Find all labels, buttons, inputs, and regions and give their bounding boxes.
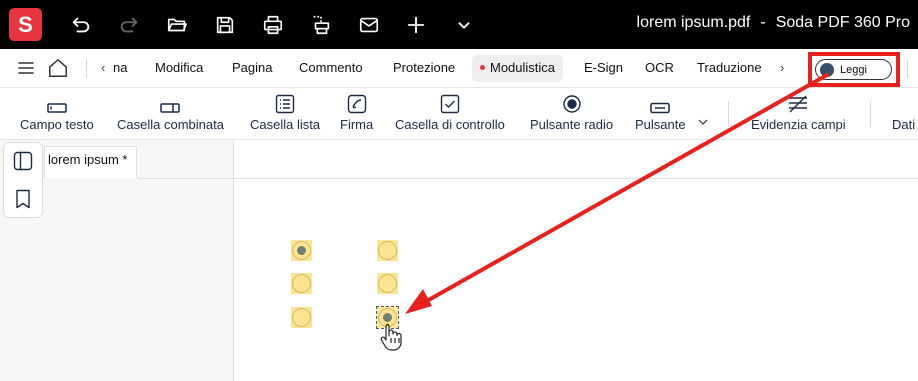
tab-modulistica-label: Modulistica <box>490 60 556 75</box>
list-box-tool[interactable]: Casella lista <box>250 88 320 140</box>
scan-icon[interactable] <box>308 12 334 38</box>
mail-icon[interactable] <box>356 12 382 38</box>
highlight-fields-tool[interactable]: Evidenzia campi <box>751 88 846 140</box>
app-logo[interactable]: S <box>9 8 42 41</box>
tab-commento[interactable]: Commento <box>299 60 363 75</box>
hand-cursor-icon <box>380 322 406 357</box>
tab-esign[interactable]: E-Sign <box>584 60 623 75</box>
window-title: lorem ipsum.pdf - Soda PDF 360 Pro <box>637 14 910 32</box>
text-field-icon <box>47 88 67 114</box>
highlight-fields-icon <box>787 88 809 114</box>
combo-box-icon <box>160 88 181 114</box>
tab-traduzione[interactable]: Traduzione <box>697 60 762 75</box>
radio-button-tool[interactable]: Pulsante radio <box>530 88 613 140</box>
chevron-down-icon[interactable] <box>451 12 477 38</box>
app-window: S lorem ipsum.pdf - Soda PDF 360 Pro ‹ n… <box>0 0 918 381</box>
tab-ocr[interactable]: OCR <box>645 60 674 75</box>
print-icon[interactable] <box>260 12 286 38</box>
document-filename: lorem ipsum.pdf <box>636 14 751 31</box>
undo-icon[interactable] <box>68 12 94 38</box>
radio-checked-dot <box>297 246 306 255</box>
scroll-right-icon[interactable]: › <box>780 60 784 75</box>
tab-modifica[interactable]: Modifica <box>155 60 203 75</box>
signature-icon <box>347 88 367 114</box>
tool-label: Casella combinata <box>117 117 224 132</box>
radio-button-icon <box>562 88 582 114</box>
tool-label: Campo testo <box>20 117 94 132</box>
active-indicator-dot <box>480 65 485 71</box>
divider <box>728 101 729 127</box>
open-folder-icon[interactable] <box>164 12 190 38</box>
radio-field[interactable] <box>291 273 312 294</box>
radio-circle <box>378 241 397 260</box>
app-name: Soda PDF 360 Pro <box>775 14 910 31</box>
tool-label: Casella lista <box>250 117 321 132</box>
title-bar: S lorem ipsum.pdf - Soda PDF 360 Pro <box>0 0 918 49</box>
radio-field[interactable] <box>377 240 398 261</box>
tab-protezione[interactable]: Protezione <box>393 60 455 75</box>
tool-label: Evidenzia campi <box>751 117 846 132</box>
list-box-icon <box>275 88 295 114</box>
tab-truncated[interactable]: na <box>113 60 127 75</box>
save-icon[interactable] <box>212 12 238 38</box>
form-toolbar: Campo testo Casella combinata Casella li… <box>0 88 918 140</box>
text-field-tool[interactable]: Campo testo <box>20 88 94 140</box>
document-canvas <box>235 179 918 381</box>
tool-label: Dati <box>892 117 916 132</box>
title-separator: - <box>760 14 766 31</box>
radio-circle <box>292 308 311 327</box>
checkbox-tool[interactable]: Casella di controllo <box>395 88 505 140</box>
bookmark-icon[interactable] <box>15 189 31 214</box>
scroll-left-icon[interactable]: ‹ <box>101 60 105 75</box>
data-tool[interactable]: Dati <box>892 88 915 140</box>
ribbon-tabs: ‹ na Modifica Pagina Commento Protezione… <box>0 49 918 88</box>
radio-field[interactable] <box>291 240 312 261</box>
checkbox-icon <box>440 88 460 114</box>
tool-label: Casella di controllo <box>395 117 505 132</box>
tab-pagina[interactable]: Pagina <box>232 60 272 75</box>
signature-tool[interactable]: Firma <box>340 88 373 140</box>
add-icon[interactable] <box>403 12 429 38</box>
divider <box>870 101 871 127</box>
button-tool[interactable]: Pulsante <box>635 88 686 140</box>
divider <box>86 59 87 78</box>
panels-icon[interactable] <box>13 151 33 176</box>
chevron-down-icon[interactable] <box>697 115 709 127</box>
tab-modulistica[interactable]: Modulistica <box>472 55 564 82</box>
annotation-highlight-box <box>808 52 900 87</box>
divider <box>907 59 908 78</box>
combo-box-tool[interactable]: Casella combinata <box>117 88 224 140</box>
tool-label: Pulsante radio <box>530 117 614 132</box>
radio-checked-dot <box>383 313 392 322</box>
document-tab-label: lorem ipsum * <box>48 152 128 167</box>
button-icon <box>650 88 671 114</box>
tool-label: Pulsante <box>635 117 686 132</box>
radio-field[interactable] <box>291 307 312 328</box>
home-icon[interactable] <box>47 57 69 84</box>
hamburger-menu-icon[interactable] <box>18 61 34 80</box>
tool-label: Firma <box>340 117 374 132</box>
side-panel <box>3 142 43 218</box>
radio-circle <box>378 274 397 293</box>
document-tab[interactable]: lorem ipsum * <box>44 146 137 178</box>
redo-icon[interactable] <box>116 12 142 38</box>
radio-field[interactable] <box>377 273 398 294</box>
radio-circle <box>292 274 311 293</box>
